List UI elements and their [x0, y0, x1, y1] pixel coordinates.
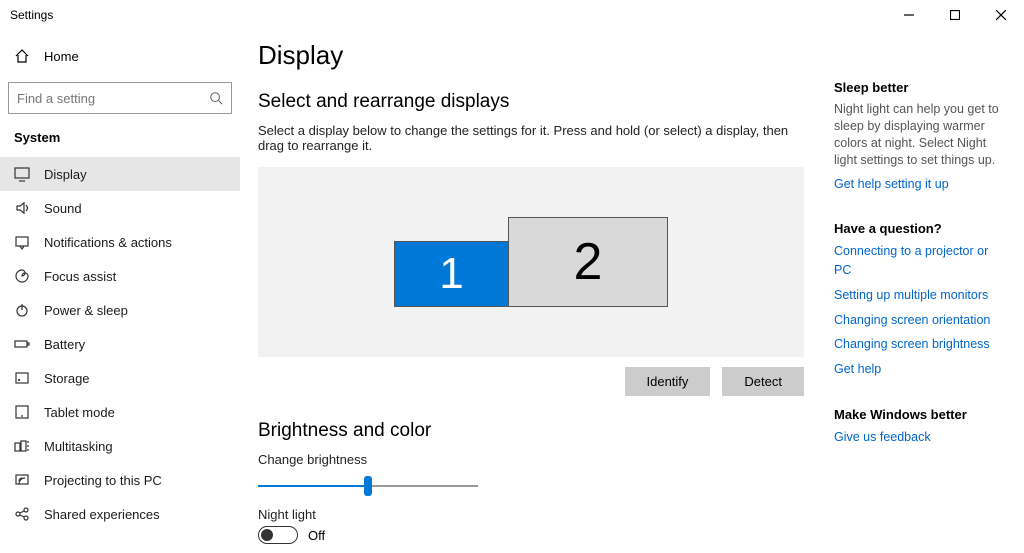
tablet-icon [14, 404, 30, 420]
sleep-better-link[interactable]: Get help setting it up [834, 175, 1008, 194]
maximize-button[interactable] [932, 0, 978, 30]
nav-item-multitasking[interactable]: Multitasking [0, 429, 240, 463]
shared-icon [14, 506, 30, 522]
monitor-2[interactable]: 2 [508, 217, 668, 307]
sound-icon [14, 200, 30, 216]
section-label: System [0, 126, 240, 157]
nav-item-label: Projecting to this PC [44, 473, 162, 488]
monitor-1[interactable]: 1 [394, 241, 509, 307]
nav-item-storage[interactable]: Storage [0, 361, 240, 395]
nav-item-notifications-actions[interactable]: Notifications & actions [0, 225, 240, 259]
nav-item-sound[interactable]: Sound [0, 191, 240, 225]
nav-item-focus-assist[interactable]: Focus assist [0, 259, 240, 293]
nightlight-label: Night light [258, 507, 804, 522]
home-label: Home [44, 49, 79, 64]
nav-item-label: Display [44, 167, 87, 182]
nav-item-label: Tablet mode [44, 405, 115, 420]
notifications-icon [14, 234, 30, 250]
nav-list: Display Sound Notifications & actions Focus… [0, 157, 240, 553]
detect-button[interactable]: Detect [722, 367, 804, 396]
feedback-link[interactable]: Give us feedback [834, 428, 1008, 447]
search-input[interactable] [17, 91, 209, 106]
home-button[interactable]: Home [0, 38, 240, 74]
search-box[interactable] [8, 82, 232, 114]
projecting-icon [14, 472, 30, 488]
nav-item-label: Power & sleep [44, 303, 128, 318]
battery-icon [14, 336, 30, 352]
storage-icon [14, 370, 30, 386]
search-icon [209, 91, 223, 105]
home-icon [14, 48, 30, 64]
titlebar: Settings [0, 0, 1024, 30]
main-content: Display Select and rearrange displays Se… [240, 30, 834, 553]
nav-item-label: Storage [44, 371, 90, 386]
sleep-better-heading: Sleep better [834, 80, 1008, 95]
window-title: Settings [10, 8, 53, 22]
window-controls [886, 0, 1024, 30]
nav-item-power-sleep[interactable]: Power & sleep [0, 293, 240, 327]
question-heading: Have a question? [834, 221, 1008, 236]
nightlight-toggle[interactable] [258, 526, 298, 544]
brightness-label: Change brightness [258, 452, 804, 467]
power-icon [14, 302, 30, 318]
display-icon [14, 166, 30, 182]
rearrange-heading: Select and rearrange displays [258, 91, 804, 113]
nav-item-label: Shared experiences [44, 507, 160, 522]
right-column: Sleep better Night light can help you ge… [834, 30, 1024, 553]
multitasking-icon [14, 438, 30, 454]
nav-item-label: Focus assist [44, 269, 116, 284]
nav-item-label: Battery [44, 337, 85, 352]
rearrange-description: Select a display below to change the set… [258, 123, 804, 153]
nav-item-shared-experiences[interactable]: Shared experiences [0, 497, 240, 531]
focus-assist-icon [14, 268, 30, 284]
help-link[interactable]: Setting up multiple monitors [834, 286, 1008, 305]
minimize-button[interactable] [886, 0, 932, 30]
help-link[interactable]: Changing screen brightness [834, 335, 1008, 354]
display-arrangement-area[interactable]: 1 2 [258, 167, 804, 357]
sleep-better-text: Night light can help you get to sleep by… [834, 101, 1008, 169]
sidebar: Home System Display Sound Notifications & … [0, 30, 240, 553]
nav-item-label: Multitasking [44, 439, 113, 454]
brightness-slider[interactable] [258, 479, 478, 493]
page-title: Display [258, 40, 804, 71]
help-link[interactable]: Get help [834, 360, 1008, 379]
nav-item-label: Notifications & actions [44, 235, 172, 250]
feedback-heading: Make Windows better [834, 407, 1008, 422]
brightness-heading: Brightness and color [258, 420, 804, 442]
nav-item-projecting-to-this-pc[interactable]: Projecting to this PC [0, 463, 240, 497]
nav-item-label: Sound [44, 201, 82, 216]
nav-item-battery[interactable]: Battery [0, 327, 240, 361]
help-link[interactable]: Changing screen orientation [834, 311, 1008, 330]
nightlight-state: Off [308, 528, 325, 543]
close-button[interactable] [978, 0, 1024, 30]
nav-item-tablet-mode[interactable]: Tablet mode [0, 395, 240, 429]
help-link[interactable]: Connecting to a projector or PC [834, 242, 1008, 280]
nav-item-display[interactable]: Display [0, 157, 240, 191]
identify-button[interactable]: Identify [625, 367, 711, 396]
